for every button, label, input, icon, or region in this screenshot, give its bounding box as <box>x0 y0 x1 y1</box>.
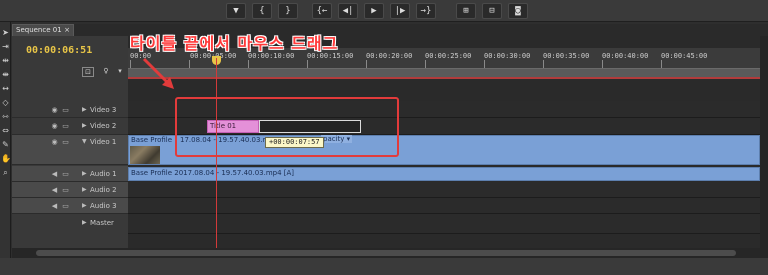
lock-icon[interactable]: ▭ <box>61 170 70 178</box>
go-to-out-button[interactable]: →} <box>416 3 436 19</box>
ruler-tick <box>366 60 367 68</box>
clip-thumbnail <box>130 146 160 164</box>
render-bar <box>128 77 760 79</box>
ruler-tick <box>130 60 131 68</box>
ruler-tick <box>602 60 603 68</box>
ruler-tick <box>248 60 249 68</box>
scrollbar-thumb[interactable] <box>36 250 736 256</box>
marker-button[interactable]: ▼ <box>226 3 246 19</box>
play-button[interactable]: ▶ <box>364 3 384 19</box>
hand-tool-icon[interactable]: ✋ <box>1 154 11 163</box>
eye-icon[interactable]: ◉ <box>50 138 59 146</box>
zoom-tool-icon[interactable]: ⌕ <box>1 168 10 177</box>
slide-tool-icon[interactable]: ⇔ <box>1 126 10 135</box>
track-audio3[interactable] <box>128 198 760 214</box>
track-name: Audio 3 <box>90 202 117 210</box>
snap-icon[interactable]: ⊡ <box>82 67 94 77</box>
razor-tool-icon[interactable]: ◇ <box>1 98 10 107</box>
export-frame-button[interactable]: ◙ <box>508 3 528 19</box>
expand-triangle-icon[interactable]: ▶ <box>82 202 87 209</box>
track-audio2[interactable] <box>128 182 760 198</box>
audio-clip-label: Base Profile 2017.08.04 - 19.57.40.03.mp… <box>131 169 295 177</box>
close-icon[interactable]: × <box>64 25 70 36</box>
annotation-caption: 타이틀 끝에서 마우스 드래그 <box>130 34 339 53</box>
extract-button[interactable]: ⊟ <box>482 3 502 19</box>
lock-icon[interactable]: ▭ <box>61 186 70 194</box>
track-name: Video 1 <box>90 138 117 146</box>
lift-button[interactable]: ⊞ <box>456 3 476 19</box>
tool-panel: ➤ ⇥ ⇹ ⇼ ↔ ◇ ⇿ ⇔ ✎ ✋ ⌕ <box>0 22 11 275</box>
ruler-label: 00:00:45:00 <box>661 52 708 60</box>
lock-icon[interactable]: ▭ <box>61 202 70 210</box>
tab-bar <box>12 24 768 36</box>
go-to-in-button[interactable]: {← <box>312 3 332 19</box>
clip-label-a: Base Profile <box>131 136 173 144</box>
lock-icon[interactable]: ▭ <box>61 122 70 130</box>
annotation-arrow-icon <box>142 57 174 89</box>
vertical-scrollbar[interactable] <box>760 36 768 248</box>
track-name: Master <box>90 219 114 227</box>
ruler-label: 00:00:35:00 <box>543 52 590 60</box>
ruler-tick <box>543 60 544 68</box>
eye-icon[interactable]: ◉ <box>50 122 59 130</box>
bottom-panel-edge <box>0 258 768 275</box>
track-master[interactable] <box>128 214 760 234</box>
step-back-button[interactable]: ◀| <box>338 3 358 19</box>
track-name: Audio 1 <box>90 170 117 178</box>
ruler-tick <box>484 60 485 68</box>
mark-in-button[interactable]: { <box>252 3 272 19</box>
track-name: Video 3 <box>90 106 117 114</box>
expand-triangle-icon[interactable]: ▶ <box>82 122 87 129</box>
collapse-triangle-icon[interactable]: ▼ <box>82 138 87 145</box>
speaker-icon[interactable]: ◀ <box>50 202 59 210</box>
annotation-highlight-box <box>175 97 399 157</box>
lock-icon[interactable]: ▭ <box>61 138 70 146</box>
eye-icon[interactable]: ◉ <box>50 106 59 114</box>
ruler-tick <box>307 60 308 68</box>
ruler-tick <box>189 60 190 68</box>
track-select-tool-icon[interactable]: ⇥ <box>1 42 10 51</box>
ruler-label: 00:00:20:00 <box>366 52 413 60</box>
tab-sequence-01[interactable]: Sequence 01 × <box>12 24 74 36</box>
ruler-tick <box>425 60 426 68</box>
ruler-tick <box>661 60 662 68</box>
rate-stretch-tool-icon[interactable]: ↔ <box>1 84 10 93</box>
speaker-icon[interactable]: ◀ <box>50 186 59 194</box>
ruler-label: 00:00:30:00 <box>484 52 531 60</box>
speaker-icon[interactable]: ◀ <box>50 170 59 178</box>
expand-triangle-icon[interactable]: ▶ <box>82 106 87 113</box>
track-name: Video 2 <box>90 122 117 130</box>
horizontal-scrollbar[interactable] <box>12 248 768 258</box>
expand-triangle-icon[interactable]: ▶ <box>82 219 87 226</box>
ripple-edit-tool-icon[interactable]: ⇹ <box>1 56 10 65</box>
pen-tool-icon[interactable]: ✎ <box>1 140 10 149</box>
ruler-label: 00:00:25:00 <box>425 52 472 60</box>
ruler-label: 00:00:40:00 <box>602 52 649 60</box>
marker-icon[interactable]: ♀ <box>100 67 112 77</box>
step-forward-button[interactable]: |▶ <box>390 3 410 19</box>
selection-tool-icon[interactable]: ➤ <box>1 28 10 37</box>
transport-toolbar: ▼ { } {← ◀| ▶ |▶ →} ⊞ ⊟ ◙ <box>0 0 768 22</box>
expand-triangle-icon[interactable]: ▶ <box>82 186 87 193</box>
track-name: Audio 2 <box>90 186 117 194</box>
mark-out-button[interactable]: } <box>278 3 298 19</box>
tab-label: Sequence 01 <box>16 26 62 34</box>
current-timecode[interactable]: 00:00:06:51 <box>26 45 92 56</box>
expand-triangle-icon[interactable]: ▶ <box>82 170 87 177</box>
lock-icon[interactable]: ▭ <box>61 106 70 114</box>
slip-tool-icon[interactable]: ⇿ <box>1 112 10 121</box>
rolling-edit-tool-icon[interactable]: ⇼ <box>1 70 10 79</box>
add-marker-icon[interactable]: ▾ <box>114 67 126 77</box>
